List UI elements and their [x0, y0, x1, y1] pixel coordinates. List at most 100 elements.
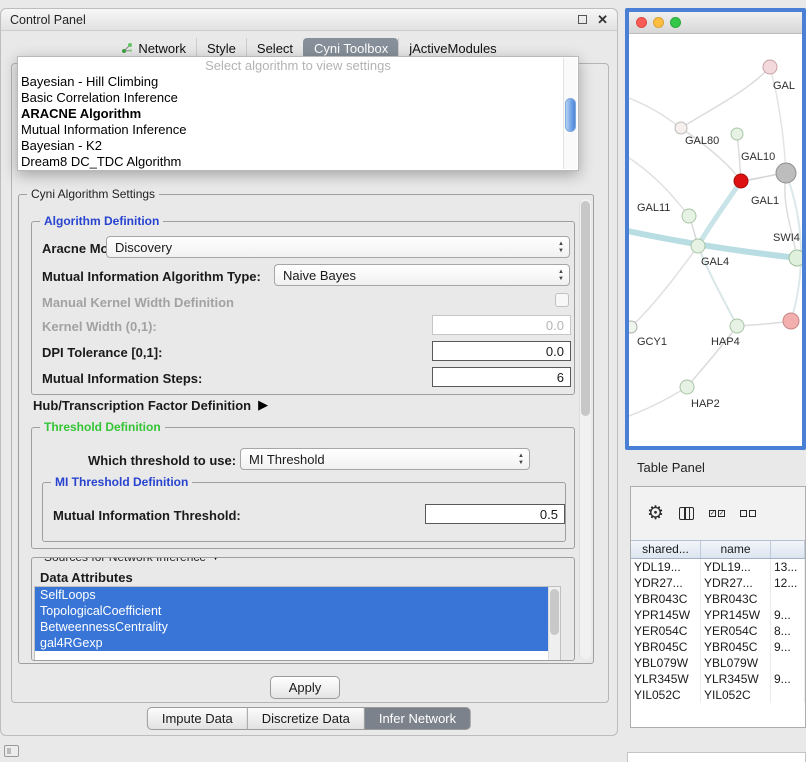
algorithm-option-basic-correlation-inference[interactable]: Basic Correlation Inference: [18, 90, 578, 106]
table-row[interactable]: YBL079WYBL079W: [631, 655, 805, 671]
algorithm-option-dream8-dc-tdc-algorithm[interactable]: Dream8 DC_TDC Algorithm: [18, 154, 578, 170]
network-edge[interactable]: [629, 96, 681, 128]
dpi-tolerance-label: DPI Tolerance [0,1]:: [42, 345, 162, 360]
table-cell: YIL052C: [631, 687, 701, 703]
close-traffic-light-icon[interactable]: [636, 17, 647, 28]
node-label-gal80: GAL80: [685, 135, 719, 147]
desktop: Control Panel ✕ NetworkStyleSelectCyni T…: [0, 0, 806, 762]
network-edge[interactable]: [629, 230, 789, 257]
which-threshold-label: Which threshold to use:: [88, 453, 236, 468]
node-mid-green[interactable]: [730, 319, 744, 333]
bottom-tab-discretize-data[interactable]: Discretize Data: [248, 707, 365, 730]
cyni-algorithm-settings-group: Cyni Algorithm Settings Algorithm Defini…: [18, 194, 594, 664]
close-icon[interactable]: ✕: [597, 13, 608, 26]
network-edge[interactable]: [629, 387, 687, 418]
minimize-traffic-light-icon[interactable]: [653, 17, 664, 28]
zoom-traffic-light-icon[interactable]: [670, 17, 681, 28]
control-panel-titlebar[interactable]: Control Panel ✕: [1, 9, 617, 31]
sources-section-header[interactable]: Sources for Network Inference ▼: [40, 557, 225, 564]
network-edge[interactable]: [786, 173, 801, 321]
table-row[interactable]: YPR145WYPR145W9...: [631, 607, 805, 623]
which-threshold-select[interactable]: MI Threshold ▲▼: [240, 448, 530, 470]
table-row[interactable]: YBR043CYBR043C: [631, 591, 805, 607]
hub-section-toggle[interactable]: Hub/Transcription Factor Definition ▶: [33, 397, 268, 413]
bottom-tab-impute-data[interactable]: Impute Data: [147, 707, 248, 730]
network-canvas[interactable]: GALGAL80GAL10GAL11GAL1SWI4GAL4GCY1HAP4HA…: [629, 34, 802, 446]
node-gray[interactable]: [776, 163, 796, 183]
node-gal4[interactable]: [691, 239, 705, 253]
column-header-name[interactable]: name: [701, 541, 771, 558]
gear-icon[interactable]: ⚙: [647, 504, 664, 523]
table-row[interactable]: YIL052CYIL052C: [631, 687, 805, 703]
dpi-tolerance-field[interactable]: 0.0: [432, 341, 571, 361]
table-cell: YBR043C: [701, 591, 771, 607]
chevron-updown-icon: ▲▼: [558, 241, 564, 254]
table-cell: YBR045C: [631, 639, 701, 655]
table-panel-title: Table Panel: [637, 460, 705, 475]
select-all-checkboxes-icon[interactable]: ✓✓: [709, 510, 725, 517]
mi-algorithm-type-label: Mutual Information Algorithm Type:: [42, 269, 261, 284]
table-row[interactable]: YDR27...YDR27...12...: [631, 575, 805, 591]
table-cell: YIL052C: [701, 687, 771, 703]
bottom-tab-infer-network[interactable]: Infer Network: [365, 707, 471, 730]
sources-group: Sources for Network Inference ▼ Data Att…: [31, 557, 575, 661]
node-gal10-red[interactable]: [734, 174, 748, 188]
table-row[interactable]: YLR345WYLR345W9...: [631, 671, 805, 687]
table-row[interactable]: YDL19...YDL19...13...: [631, 559, 805, 575]
table-cell: YBR043C: [631, 591, 701, 607]
node-gcy1[interactable]: [629, 321, 637, 333]
network-window-titlebar[interactable]: [629, 12, 802, 34]
columns-icon[interactable]: [679, 507, 694, 520]
float-window-icon[interactable]: [578, 15, 587, 24]
mi-steps-field[interactable]: 6: [432, 367, 571, 387]
column-header-shared[interactable]: shared...: [631, 541, 701, 558]
settings-scrollbar[interactable]: [579, 199, 591, 659]
node-gal80[interactable]: [675, 122, 687, 134]
node-swi4[interactable]: [789, 250, 802, 266]
network-edge[interactable]: [681, 67, 770, 128]
deselect-all-checkboxes-icon[interactable]: [740, 510, 756, 517]
algorithm-option-bayesian-hill-climbing[interactable]: Bayesian - Hill Climbing: [18, 74, 578, 90]
hub-section-label: Hub/Transcription Factor Definition: [33, 398, 251, 413]
algorithm-option-bayesian-k2[interactable]: Bayesian - K2: [18, 138, 578, 154]
attribute-topologicalcoefficient[interactable]: TopologicalCoefficient: [35, 603, 548, 619]
table-cell: YDL19...: [631, 559, 701, 575]
node-label-gal10: GAL10: [741, 151, 775, 163]
mi-threshold-field[interactable]: 0.5: [425, 504, 565, 524]
attribute-selfloops[interactable]: SelfLoops: [35, 587, 548, 603]
attributes-scroll-thumb[interactable]: [550, 589, 559, 635]
algorithm-option-mutual-information-inference[interactable]: Mutual Information Inference: [18, 122, 578, 138]
aracne-mode-select[interactable]: Discovery ▲▼: [106, 236, 570, 258]
settings-scroll-thumb[interactable]: [581, 201, 590, 416]
apply-button[interactable]: Apply: [270, 676, 340, 699]
chevron-updown-icon: ▲▼: [558, 269, 564, 282]
expand-arrow-icon: ▶: [258, 397, 268, 413]
network-window[interactable]: GALGAL80GAL10GAL11GAL1SWI4GAL4GCY1HAP4HA…: [625, 8, 806, 450]
network-canvas-svg: GALGAL80GAL10GAL11GAL1SWI4GAL4GCY1HAP4HA…: [629, 34, 802, 446]
table-cell: YER054C: [631, 623, 701, 639]
table-row[interactable]: YBR045CYBR045C9...: [631, 639, 805, 655]
table-cell: 13...: [771, 559, 805, 575]
attribute-betweennesscentrality[interactable]: BetweennessCentrality: [35, 619, 548, 635]
attributes-scrollbar[interactable]: [548, 587, 560, 661]
panel-corner-icon[interactable]: [4, 745, 19, 757]
network-edge[interactable]: [698, 181, 741, 246]
node-top-pink[interactable]: [763, 60, 777, 74]
node-gal11[interactable]: [682, 209, 696, 223]
manual-kernel-width-label: Manual Kernel Width Definition: [42, 295, 234, 310]
popup-scroll-thumb[interactable]: [565, 98, 576, 132]
column-header-col2[interactable]: [771, 541, 805, 558]
algorithm-option-aracne-algorithm[interactable]: ARACNE Algorithm: [18, 106, 578, 122]
control-panel-title: Control Panel: [10, 13, 86, 27]
attribute-gal4rgexp[interactable]: gal4RGexp: [35, 635, 548, 651]
node-hap4-pink[interactable]: [783, 313, 799, 329]
mi-algorithm-type-select[interactable]: Naive Bayes ▲▼: [274, 264, 570, 286]
data-attributes-list: SelfLoopsTopologicalCoefficientBetweenne…: [34, 586, 561, 661]
network-edge[interactable]: [631, 246, 698, 327]
manual-kernel-width-checkbox[interactable]: [555, 293, 569, 307]
table-panel: ⚙ ✓✓ shared...name YDL19...YDL19...13...…: [630, 486, 806, 728]
node-upper-green[interactable]: [731, 128, 743, 140]
table-row[interactable]: YER054CYER054C8...: [631, 623, 805, 639]
node-hap2[interactable]: [680, 380, 694, 394]
popup-scrollbar[interactable]: [563, 58, 577, 169]
